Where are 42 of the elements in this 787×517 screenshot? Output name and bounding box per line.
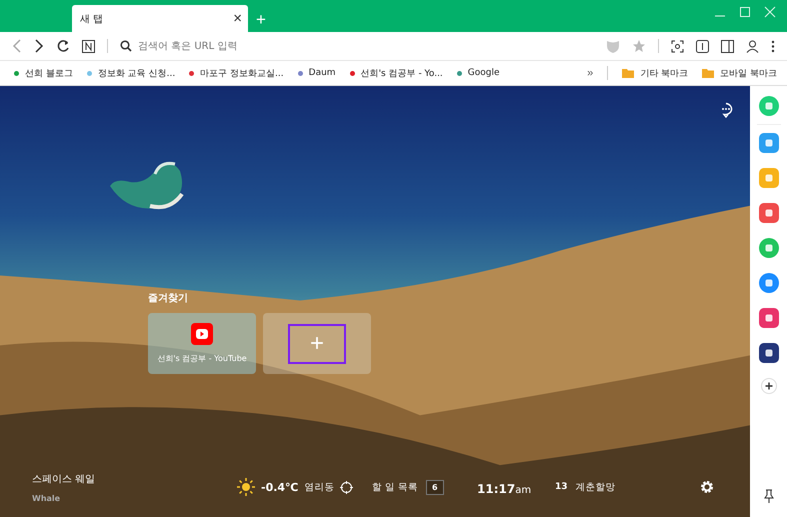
clock-suffix: am bbox=[515, 484, 532, 496]
browser-tab[interactable]: 새 탭 × bbox=[72, 5, 248, 32]
folder-icon bbox=[622, 68, 634, 78]
todo-count: 6 bbox=[426, 480, 444, 494]
location-name: 염리동 bbox=[304, 480, 334, 494]
space-title[interactable]: 스페이스 웨일 bbox=[32, 472, 237, 486]
settings-icon[interactable] bbox=[700, 480, 714, 494]
star-icon[interactable] bbox=[632, 39, 646, 53]
search-icon bbox=[120, 40, 132, 52]
todo-label[interactable]: 할 일 목록 bbox=[372, 480, 418, 494]
bookmark-link[interactable]: 선희's 컴공부 - Yo... bbox=[350, 66, 443, 80]
bookmark-folder[interactable]: 모바일 북마크 bbox=[702, 66, 777, 80]
sidebar-app-icon[interactable] bbox=[758, 343, 778, 363]
capture-icon[interactable] bbox=[671, 40, 684, 52]
day-number: 13 bbox=[555, 482, 568, 492]
bookmark-link[interactable]: 선희 블로그 bbox=[14, 66, 73, 80]
favorites-heading: 즐겨찾기 bbox=[148, 292, 189, 305]
forward-icon[interactable] bbox=[34, 39, 44, 53]
folder-icon bbox=[702, 68, 714, 78]
day-name: 계춘할망 bbox=[576, 480, 616, 494]
add-app-icon[interactable] bbox=[760, 378, 776, 394]
close-tab-button[interactable]: × bbox=[233, 11, 242, 26]
tab-title: 새 탭 bbox=[80, 12, 104, 26]
temperature: -0.4℃ bbox=[261, 480, 298, 494]
location-icon[interactable] bbox=[340, 480, 354, 494]
reload-icon[interactable] bbox=[56, 39, 70, 53]
bookmark-folder[interactable]: 기타 북마크 bbox=[622, 66, 688, 80]
play-icon bbox=[191, 323, 213, 345]
pin-icon[interactable] bbox=[762, 489, 774, 503]
bookmark-link[interactable]: 마포구 정보화교실... bbox=[189, 66, 284, 80]
clock-time: 11:17 bbox=[477, 482, 516, 496]
reader-icon[interactable] bbox=[696, 40, 709, 52]
profile-icon[interactable] bbox=[746, 40, 759, 52]
bookmark-link[interactable]: Daum bbox=[298, 68, 336, 78]
bookmark-link[interactable]: 정보화 교육 신청... bbox=[86, 66, 176, 80]
more-bookmarks-button[interactable]: » bbox=[587, 67, 594, 79]
space-subtitle: Whale bbox=[32, 494, 62, 502]
menu-icon[interactable] bbox=[771, 40, 775, 52]
bookmark-link[interactable]: Google bbox=[456, 68, 500, 78]
sidebar-icon[interactable] bbox=[721, 40, 734, 52]
sun-icon bbox=[237, 478, 255, 496]
favorite-label: 선희's 컴공부 - YouTube bbox=[157, 353, 247, 364]
